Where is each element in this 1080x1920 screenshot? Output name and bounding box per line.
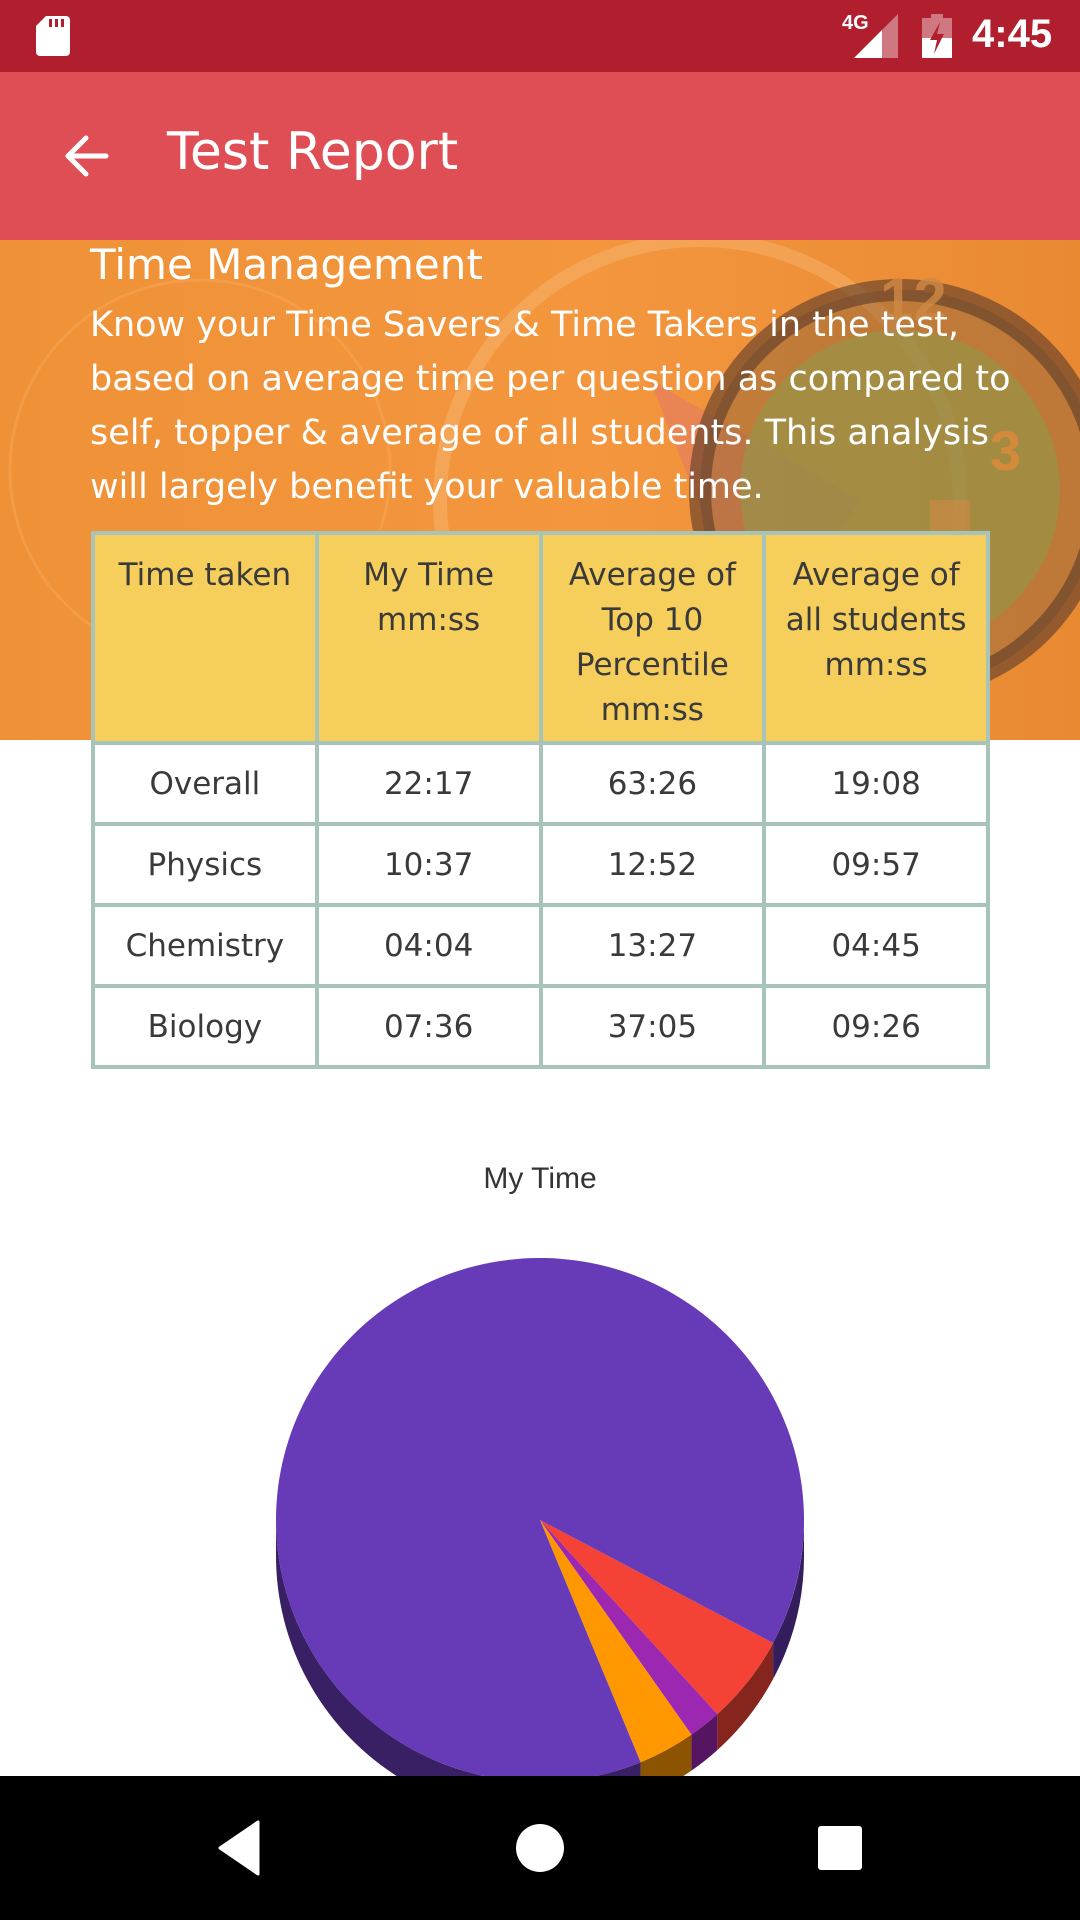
average-time-cell: 09:57 (762, 822, 990, 907)
table-row: Biology 07:36 37:05 09:26 (91, 984, 990, 1069)
chart-title: My Time (483, 1162, 597, 1195)
my-time-cell: 07:36 (314, 984, 543, 1069)
section-title: Time Management (90, 240, 483, 289)
page-title: Test Report (167, 122, 459, 182)
section-description: Know your Time Savers & Time Takers in t… (90, 305, 1011, 507)
nav-home-icon[interactable] (510, 1818, 570, 1878)
my-time-cell: 10:37 (314, 822, 543, 907)
subject-cell: Physics (91, 822, 319, 907)
status-bar: 4G 4:45 (0, 0, 1080, 72)
subject-cell: Biology (91, 984, 319, 1069)
table-header-row: Time taken My Time mm:ss Average of Top … (91, 531, 990, 745)
time-report-table: Time taken My Time mm:ss Average of Top … (91, 531, 990, 1069)
top10-time-cell: 13:27 (538, 903, 767, 988)
my-time-cell: 04:04 (314, 903, 543, 988)
average-time-cell: 09:26 (762, 984, 990, 1069)
table-row: Overall 22:17 63:26 19:08 (91, 741, 990, 826)
header-my-time: My Time mm:ss (314, 531, 543, 745)
clock: 4:45 (972, 12, 1053, 56)
app-bar: Test Report (0, 72, 1080, 240)
table-row: Physics 10:37 12:52 09:57 (91, 822, 990, 907)
signal-icon (854, 14, 898, 58)
nav-back-icon[interactable] (210, 1818, 270, 1878)
subject-cell: Overall (91, 741, 319, 826)
screen: 4G 4:45 Test Report 12 3 Time Management… (0, 0, 1080, 1920)
my-time-pie-chart (276, 1258, 805, 1780)
subject-cell: Chemistry (91, 903, 319, 988)
battery-charging-icon (922, 14, 952, 58)
average-time-cell: 19:08 (762, 741, 990, 826)
top10-time-cell: 12:52 (538, 822, 767, 907)
my-time-cell: 22:17 (314, 741, 543, 826)
nav-recents-icon[interactable] (810, 1818, 870, 1878)
header-time-taken: Time taken (91, 531, 319, 745)
top10-time-cell: 37:05 (538, 984, 767, 1069)
top10-time-cell: 63:26 (538, 741, 767, 826)
table-row: Chemistry 04:04 13:27 04:45 (91, 903, 990, 988)
navigation-bar (0, 1776, 1080, 1920)
header-top10-average: Average of Top 10 Percentile mm:ss (538, 531, 767, 745)
back-button[interactable] (52, 122, 120, 190)
average-time-cell: 04:45 (762, 903, 990, 988)
header-all-students-average: Average of all students mm:ss (762, 531, 990, 745)
sd-card-icon (36, 16, 70, 56)
arrow-left-icon (65, 135, 109, 177)
